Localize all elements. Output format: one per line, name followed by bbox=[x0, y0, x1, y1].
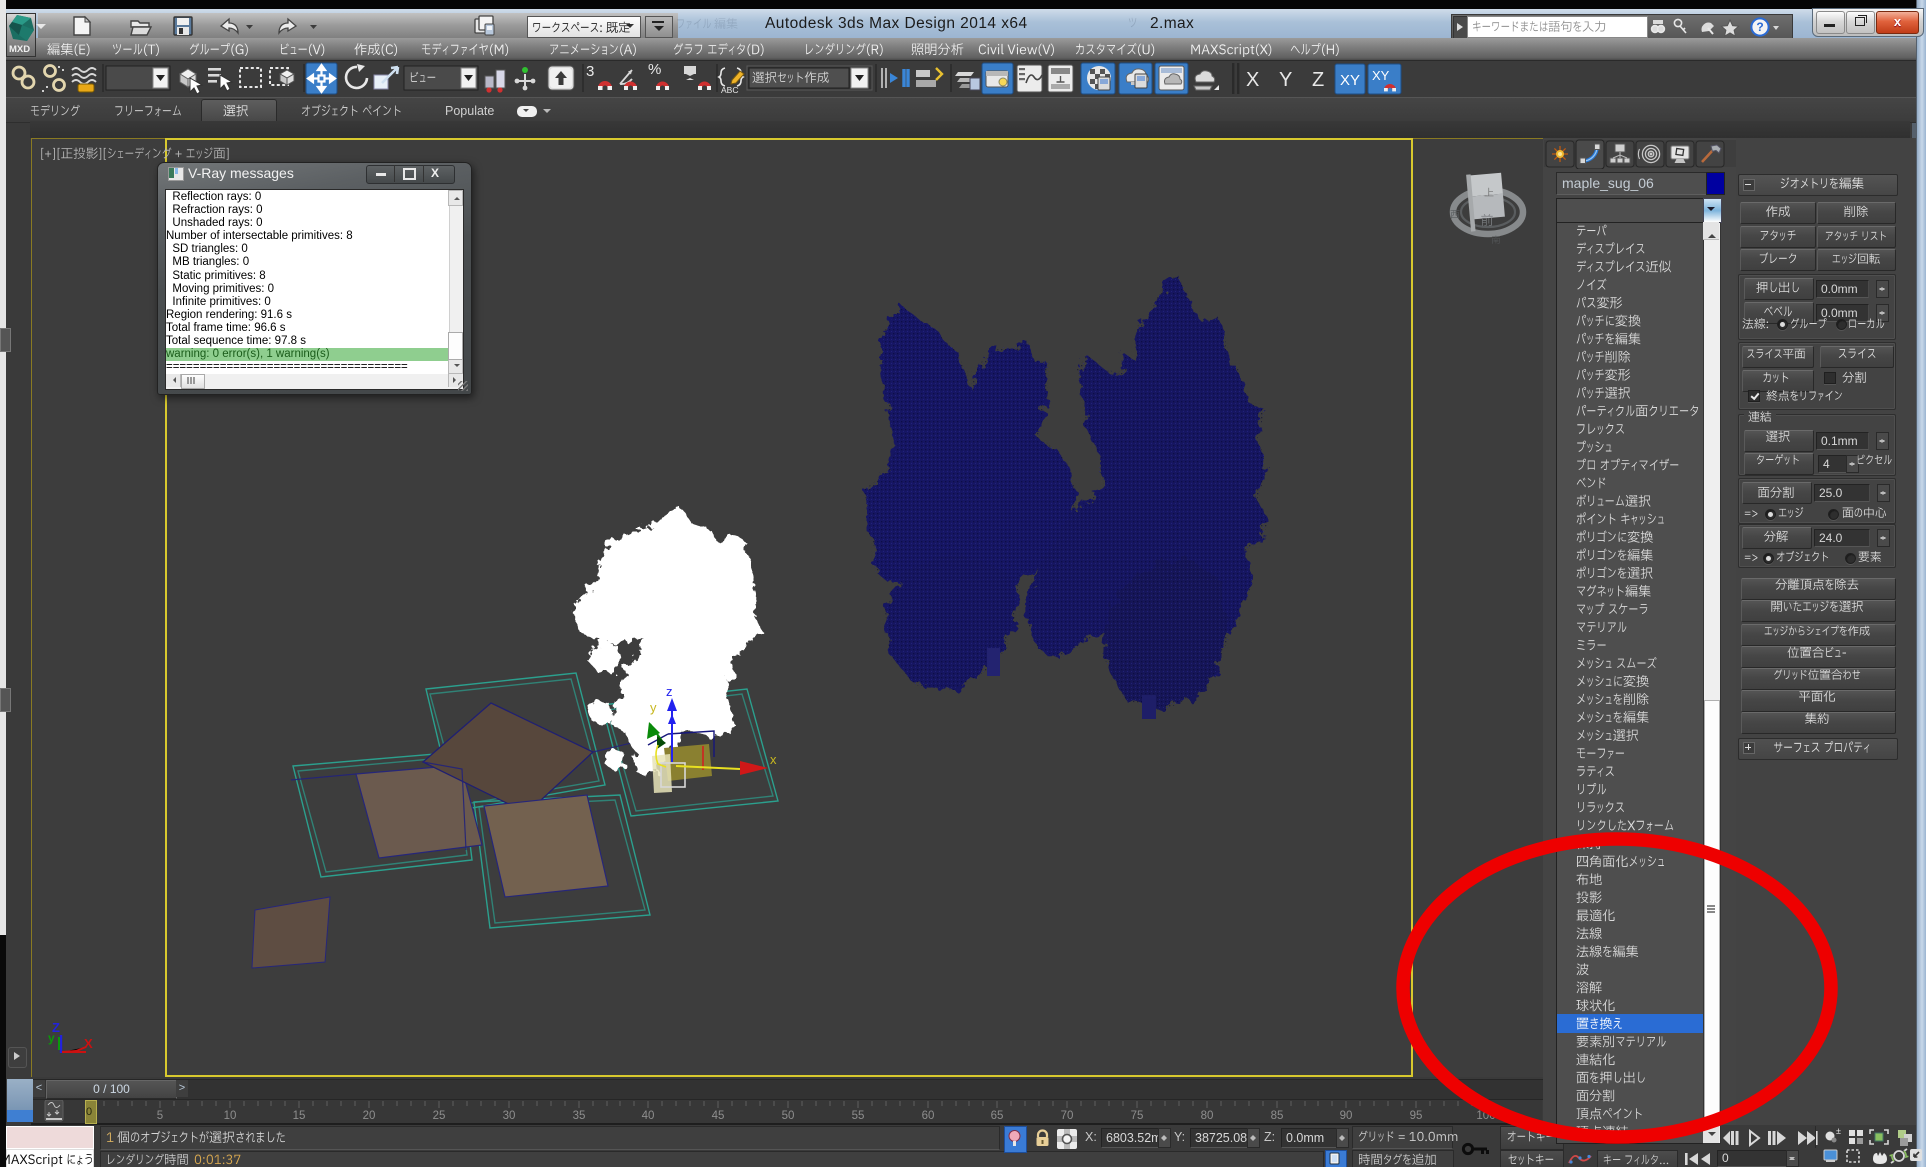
svg-text:60: 60 bbox=[922, 1110, 935, 1122]
svg-text:15: 15 bbox=[293, 1110, 306, 1122]
svg-text:85: 85 bbox=[1271, 1110, 1284, 1122]
svg-text:30: 30 bbox=[503, 1110, 516, 1122]
svg-text:y: y bbox=[48, 1031, 55, 1045]
svg-text:x: x bbox=[770, 752, 777, 767]
svg-text:35: 35 bbox=[573, 1110, 586, 1122]
svg-text:45: 45 bbox=[712, 1110, 725, 1122]
svg-text:95: 95 bbox=[1410, 1110, 1423, 1122]
svg-text:75: 75 bbox=[1131, 1110, 1144, 1122]
svg-text:55: 55 bbox=[852, 1110, 865, 1122]
svg-text:y: y bbox=[650, 700, 657, 715]
svg-text:65: 65 bbox=[991, 1110, 1004, 1122]
svg-text:z: z bbox=[666, 684, 673, 699]
svg-text:70: 70 bbox=[1061, 1110, 1074, 1122]
svg-text:80: 80 bbox=[1201, 1110, 1214, 1122]
svg-text:90: 90 bbox=[1340, 1110, 1353, 1122]
svg-text:5: 5 bbox=[157, 1110, 163, 1122]
svg-text:±: ± bbox=[1836, 1126, 1841, 1136]
svg-text:X: X bbox=[84, 1036, 93, 1051]
svg-text:10: 10 bbox=[224, 1110, 237, 1122]
svg-text:50: 50 bbox=[782, 1110, 795, 1122]
svg-text:100: 100 bbox=[1476, 1110, 1495, 1122]
svg-text:40: 40 bbox=[642, 1110, 655, 1122]
svg-text:25: 25 bbox=[433, 1110, 446, 1122]
svg-text:20: 20 bbox=[363, 1110, 376, 1122]
